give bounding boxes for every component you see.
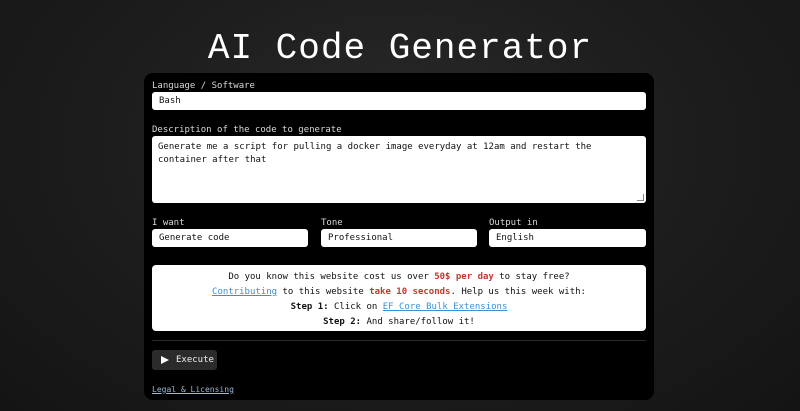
donation-notice: Do you know this website cost us over 50… (152, 265, 646, 331)
description-label: Description of the code to generate (152, 125, 342, 135)
ef-core-link[interactable]: EF Core Bulk Extensions (383, 302, 508, 312)
execute-label: Execute (176, 355, 214, 365)
contributing-link[interactable]: Contributing (212, 287, 277, 297)
output-input[interactable]: English (489, 229, 646, 247)
legal-link[interactable]: Legal & Licensing (152, 385, 234, 394)
divider (152, 340, 646, 341)
notice-step-1: Step 1: Click on EF Core Bulk Extensions (152, 300, 646, 315)
play-icon (161, 356, 169, 364)
want-input[interactable]: Generate code (152, 229, 308, 247)
notice-step-2: Step 2: And share/follow it! (152, 315, 646, 330)
resize-handle-icon[interactable] (637, 194, 644, 201)
want-label: I want (152, 218, 185, 228)
notice-line-1: Do you know this website cost us over 50… (152, 270, 646, 285)
generator-panel: Language / Software Bash Description of … (144, 73, 654, 400)
language-label: Language / Software (152, 81, 255, 91)
language-input[interactable]: Bash (152, 92, 646, 110)
description-text: Generate me a script for pulling a docke… (158, 142, 592, 165)
notice-line2-suffix: . Help us this week with: (450, 287, 586, 297)
step2-label: Step 2: (323, 317, 362, 327)
notice-line1-suffix: to stay free? (493, 272, 570, 282)
notice-line1-prefix: Do you know this website cost us over (228, 272, 435, 282)
notice-line-2: Contributing to this website take 10 sec… (152, 285, 646, 300)
tone-label: Tone (321, 218, 343, 228)
execute-button[interactable]: Execute (152, 350, 217, 370)
page-title: AI Code Generator (207, 28, 593, 69)
time-highlight: take 10 seconds (369, 287, 451, 297)
cost-highlight: 50$ per day (434, 272, 494, 282)
notice-line2-middle: to this website (277, 287, 370, 297)
output-label: Output in (489, 218, 538, 228)
description-textarea[interactable]: Generate me a script for pulling a docke… (152, 136, 646, 203)
tone-input[interactable]: Professional (321, 229, 477, 247)
step1-text: Click on (328, 302, 383, 312)
step1-label: Step 1: (290, 302, 329, 312)
step2-text: And share/follow it! (361, 317, 475, 327)
